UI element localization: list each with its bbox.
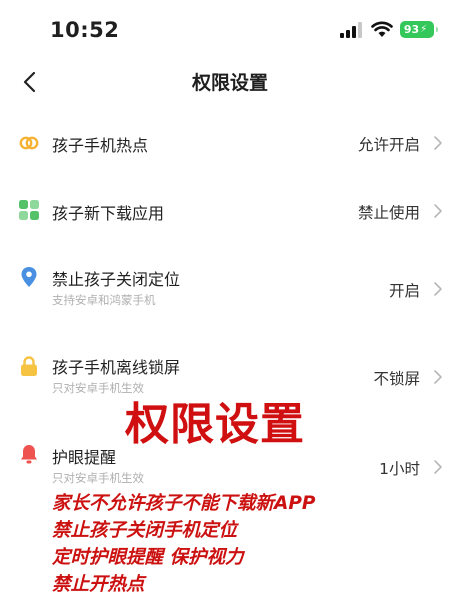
- cellular-signal-icon: [340, 22, 362, 38]
- setting-row-location[interactable]: 禁止孩子关闭定位 支持安卓和鸿蒙手机 开启: [0, 262, 460, 318]
- wifi-icon: [371, 21, 393, 37]
- overlay-line: 定时护眼提醒 保护视力: [52, 547, 244, 568]
- setting-title: 禁止孩子关闭定位: [52, 270, 181, 289]
- overlay-line: 家长不允许孩子不能下载新APP: [52, 493, 316, 514]
- setting-value: 禁止使用: [357, 204, 420, 222]
- setting-subtitle: 只对安卓手机生效: [52, 471, 144, 485]
- apps-grid-icon: [19, 200, 39, 220]
- lock-icon: [21, 356, 37, 376]
- setting-subtitle: 支持安卓和鸿蒙手机: [52, 293, 156, 307]
- overlay-line: 禁止孩子关闭手机定位: [52, 520, 238, 541]
- chevron-right-icon: [434, 204, 442, 218]
- setting-title: 护眼提醒: [52, 448, 117, 467]
- setting-row-hotspot[interactable]: 孩子手机热点 允许开启: [0, 128, 460, 168]
- setting-value: 开启: [388, 282, 420, 300]
- location-pin-icon: [21, 267, 37, 287]
- permission-settings-screen: 10:52 93 ⚡ 权限设置 孩子手机热点 允许开启 孩子新下载应用 禁止使用…: [0, 0, 460, 600]
- setting-title: 孩子手机热点: [52, 136, 149, 155]
- overlay-title: 权限设置: [125, 399, 305, 450]
- chevron-right-icon: [434, 136, 442, 150]
- nav-header: 权限设置: [0, 60, 460, 106]
- hotspot-link-icon: [19, 136, 39, 150]
- page-title: 权限设置: [191, 72, 268, 94]
- setting-title: 孩子新下载应用: [52, 204, 165, 223]
- battery-level: 93: [403, 23, 420, 36]
- setting-value: 允许开启: [357, 136, 420, 154]
- battery-charging-icon: 93 ⚡: [400, 21, 438, 38]
- status-bar: 10:52 93 ⚡: [0, 0, 460, 60]
- overlay-annotation: 家长不允许孩子不能下载新APP 禁止孩子关闭手机定位 定时护眼提醒 保护视力 禁…: [52, 490, 315, 598]
- chevron-right-icon: [434, 370, 442, 384]
- bell-icon: [21, 445, 37, 464]
- chevron-right-icon: [434, 282, 442, 296]
- overlay-line: 禁止开热点: [52, 574, 145, 595]
- chevron-right-icon: [434, 460, 442, 474]
- charging-bolt-icon: ⚡: [420, 24, 428, 35]
- status-time: 10:52: [50, 18, 120, 42]
- setting-row-new-apps[interactable]: 孩子新下载应用 禁止使用: [0, 196, 460, 236]
- setting-title: 孩子手机离线锁屏: [52, 358, 181, 377]
- setting-value: 1小时: [379, 460, 420, 478]
- setting-value: 不锁屏: [373, 370, 420, 388]
